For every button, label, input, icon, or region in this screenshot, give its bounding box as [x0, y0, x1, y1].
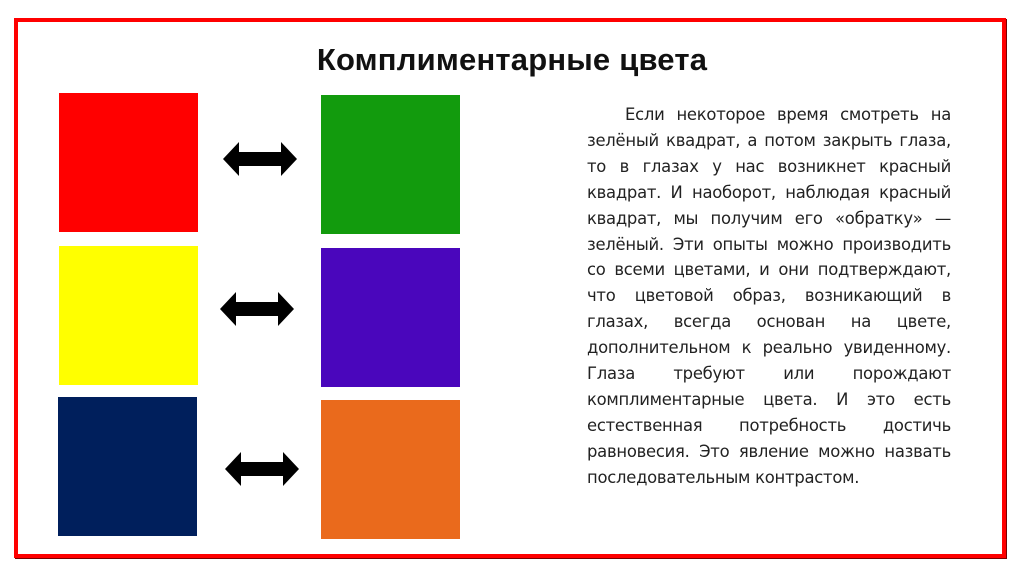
- swatch-yellow: [59, 246, 198, 385]
- swatch-dark-blue: [58, 397, 197, 536]
- double-arrow-icon: [225, 452, 299, 486]
- slide-title: Комплиментарные цвета: [316, 42, 708, 77]
- explanation-paragraph: Если некоторое время смотреть на зелёный…: [587, 105, 951, 487]
- swatch-green: [321, 95, 460, 234]
- double-arrow-icon: [220, 292, 294, 326]
- swatch-violet: [321, 248, 460, 387]
- swatch-red: [59, 93, 198, 232]
- swatch-orange: [321, 400, 460, 539]
- double-arrow-icon: [223, 142, 297, 176]
